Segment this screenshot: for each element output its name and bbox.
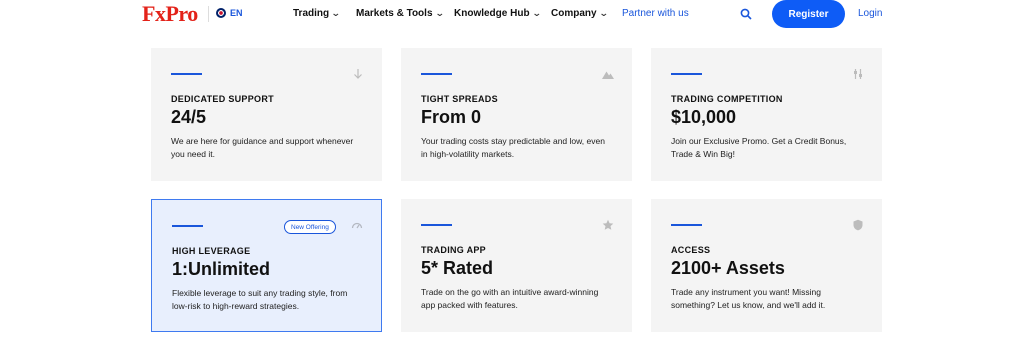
language-selector[interactable]: EN <box>216 8 243 18</box>
shield-icon <box>853 219 863 231</box>
card-access: ACCESS 2100+ Assets Trade any instrument… <box>651 199 882 332</box>
card-headline: $10,000 <box>671 107 737 127</box>
card-high-leverage: New Offering HIGH LEVERAGE 1:Unlimited F… <box>151 199 382 332</box>
card-description: Your trading costs stay predictable and … <box>421 136 605 159</box>
accent-bar <box>671 73 702 75</box>
uk-flag-icon <box>216 8 226 18</box>
accent-bar <box>671 224 702 226</box>
sliders-icon <box>854 69 862 79</box>
fxpro-logo[interactable]: FxPro <box>142 2 198 26</box>
nav-knowledge-label: Knowledge Hub <box>454 8 530 19</box>
accent-bar <box>421 224 452 226</box>
card-kicker: TRADING APP <box>421 245 486 255</box>
card-headline: 24/5 <box>171 107 207 127</box>
card-kicker: DEDICATED SUPPORT <box>171 94 274 104</box>
card-kicker: TIGHT SPREADS <box>421 94 498 104</box>
chevron-down-icon: ⌄ <box>531 8 542 18</box>
register-button[interactable]: Register <box>772 0 845 28</box>
nav-markets-label: Markets & Tools <box>356 8 433 19</box>
star-icon <box>602 219 614 230</box>
accent-bar <box>421 73 452 75</box>
chevron-down-icon: ⌄ <box>598 8 609 18</box>
card-trading-competition: TRADING COMPETITION $10,000 Join our Exc… <box>651 48 882 181</box>
new-offering-badge: New Offering <box>284 220 336 234</box>
card-description: Join our Exclusive Promo. Get a Credit B… <box>671 136 847 159</box>
nav-knowledge-hub[interactable]: Knowledge Hub ⌄ <box>454 8 542 19</box>
card-kicker: HIGH LEVERAGE <box>172 246 251 256</box>
nav-trading[interactable]: Trading ⌄ <box>293 8 341 19</box>
card-headline: From 0 <box>421 107 482 127</box>
chevron-down-icon: ⌄ <box>330 8 341 18</box>
chevron-down-icon: ⌄ <box>434 8 445 18</box>
card-description: Flexible leverage to suit any trading st… <box>172 288 348 311</box>
card-kicker: TRADING COMPETITION <box>671 94 783 104</box>
card-kicker: ACCESS <box>671 245 711 255</box>
card-headline: 1:Unlimited <box>172 259 271 279</box>
login-link[interactable]: Login <box>858 8 882 19</box>
card-description: Trade any instrument you want! Missing s… <box>671 287 826 310</box>
card-tight-spreads: TIGHT SPREADS From 0 Your trading costs … <box>401 48 632 181</box>
site-header: FxPro EN Trading ⌄ Markets & Tools ⌄ Kno… <box>0 0 1024 30</box>
search-icon[interactable] <box>740 8 752 20</box>
card-trading-app: TRADING APP 5* Rated Trade on the go wit… <box>401 199 632 332</box>
nav-trading-label: Trading <box>293 8 330 19</box>
accent-bar <box>171 73 202 75</box>
card-headline: 2100+ Assets <box>671 258 785 278</box>
nav-markets-tools[interactable]: Markets & Tools ⌄ <box>356 8 445 19</box>
language-label: EN <box>230 8 243 18</box>
partner-link[interactable]: Partner with us <box>622 8 689 19</box>
header-divider <box>208 6 209 22</box>
card-headline: 5* Rated <box>421 258 494 278</box>
card-description: Trade on the go with an intuitive award-… <box>421 287 599 310</box>
mountain-icon <box>602 71 614 79</box>
nav-company[interactable]: Company ⌄ <box>551 8 609 19</box>
accent-bar <box>172 225 203 227</box>
card-dedicated-support: DEDICATED SUPPORT 24/5 We are here for g… <box>151 48 382 181</box>
card-description: We are here for guidance and support whe… <box>171 136 354 159</box>
gauge-icon <box>351 222 363 229</box>
arrow-down-icon <box>354 69 362 79</box>
nav-company-label: Company <box>551 8 597 19</box>
